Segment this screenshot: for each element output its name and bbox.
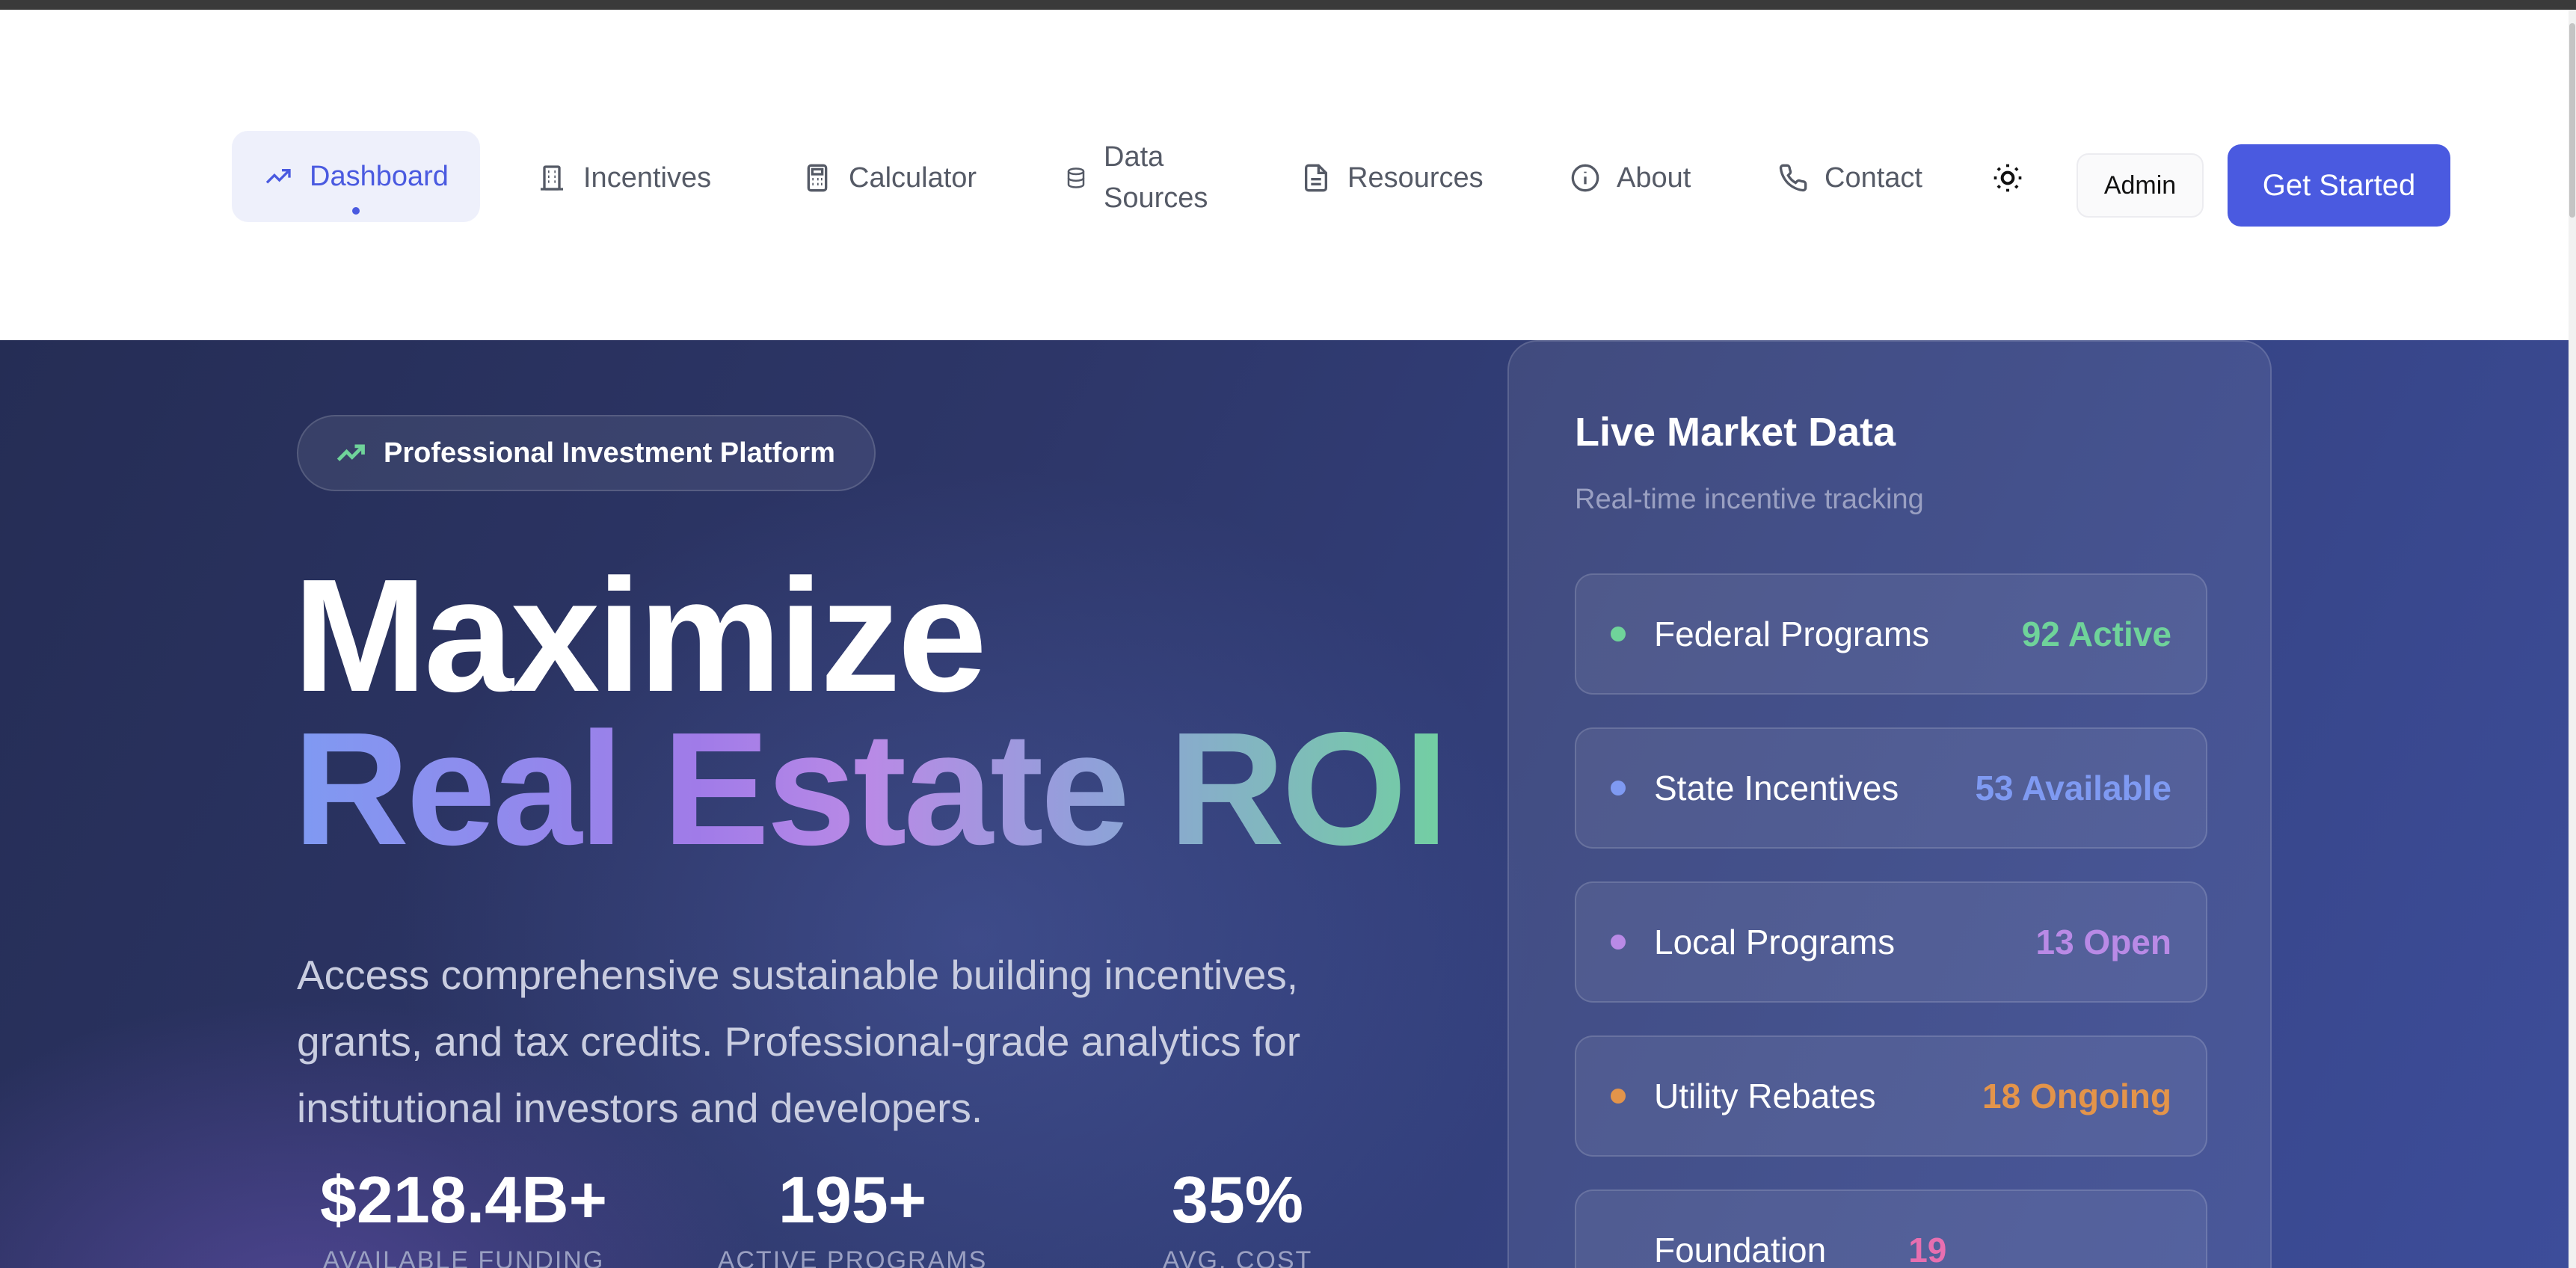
market-row-name: Federal Programs: [1654, 615, 1930, 653]
platform-badge: Professional Investment Platform: [297, 415, 876, 491]
active-indicator-dot: [351, 207, 360, 215]
nav-contact-label: Contact: [1825, 161, 1922, 194]
market-row-name: Utility Rebates: [1654, 1077, 1876, 1115]
market-row-name: Local Programs: [1654, 923, 1896, 961]
stat-available-funding: $218.4B+ AVAILABLE FUNDING: [299, 1163, 628, 1268]
market-card-subtitle: Real-time incentive tracking: [1575, 484, 1924, 515]
nav-data-sources-line1: Data: [1104, 141, 1164, 173]
market-row-value: 53 Available: [1975, 769, 2171, 807]
nav-resources-label: Resources: [1347, 161, 1484, 194]
market-row-local[interactable]: Local Programs 13 Open: [1575, 881, 2207, 1003]
stat-value: 195+: [778, 1163, 927, 1237]
nav-incentives[interactable]: Incentives: [537, 159, 711, 197]
stat-active-programs: 195+ ACTIVE PROGRAMS: [688, 1163, 1017, 1268]
market-row-value: 92 Active: [2021, 615, 2171, 653]
nav-data-sources-line2: Sources: [1104, 182, 1208, 214]
nav-about[interactable]: About: [1570, 159, 1691, 197]
nav-calculator[interactable]: Calculator: [802, 159, 977, 197]
stat-label: AVG. COST: [1162, 1246, 1313, 1268]
nav-data-sources-label: Data Sources: [1104, 137, 1208, 219]
hero-section: Professional Investment Platform Maximiz…: [0, 340, 2569, 1268]
nav-dashboard[interactable]: Dashboard: [232, 131, 480, 222]
stat-avg-cost: 35% AVG. COST: [1073, 1163, 1402, 1268]
sun-icon: [1994, 164, 2022, 192]
hero-headline-line1: Maximize: [293, 545, 987, 725]
status-dot: [1611, 935, 1626, 950]
phone-icon: [1779, 164, 1807, 192]
status-dot: [1611, 781, 1626, 795]
market-row-value: 13 Open: [2035, 923, 2171, 961]
building-icon: [541, 165, 563, 191]
nav-contact[interactable]: Contact: [1778, 159, 1922, 197]
admin-button[interactable]: Admin: [2077, 153, 2204, 218]
nav-calculator-label: Calculator: [849, 161, 977, 194]
hero-description: Access comprehensive sustainable buildin…: [297, 952, 1301, 1131]
database-icon: [1067, 167, 1085, 188]
market-row-value: 19: [1908, 1231, 1947, 1268]
stat-value: $218.4B+: [319, 1163, 608, 1237]
live-market-card: Live Market Data Real-time incentive tra…: [1507, 340, 2272, 1268]
market-row-utility[interactable]: Utility Rebates 18 Ongoing: [1575, 1035, 2207, 1157]
market-row-value: 18 Ongoing: [1982, 1077, 2171, 1115]
nav-resources[interactable]: Resources: [1301, 159, 1484, 197]
nav-about-label: About: [1617, 161, 1691, 194]
status-dot: [1611, 627, 1626, 641]
market-row-name: Foundation: [1654, 1231, 1827, 1268]
top-navigation: Dashboard Incentives Calculator Data Sou…: [0, 10, 2569, 340]
window-top-strip: [0, 0, 2576, 10]
theme-toggle-button[interactable]: [1989, 159, 2026, 197]
market-row-name: State Incentives: [1654, 769, 1899, 807]
info-icon: [1571, 164, 1599, 192]
get-started-button[interactable]: Get Started: [2228, 144, 2450, 227]
market-card-title: Live Market Data: [1575, 410, 1896, 455]
nav-dashboard-label: Dashboard: [310, 160, 449, 192]
platform-badge-label: Professional Investment Platform: [384, 437, 835, 469]
page-scrollbar[interactable]: [2569, 10, 2576, 1268]
stat-value: 35%: [1171, 1163, 1304, 1237]
status-dot: [1611, 1089, 1626, 1104]
market-row-state[interactable]: State Incentives 53 Available: [1575, 727, 2207, 849]
trending-up-icon: [265, 169, 291, 184]
market-row-federal[interactable]: Federal Programs 92 Active: [1575, 573, 2207, 695]
market-row-foundation[interactable]: Foundation 19: [1575, 1189, 2207, 1268]
calculator-icon: [807, 164, 828, 192]
trending-up-icon: [336, 444, 365, 461]
document-icon: [1305, 164, 1327, 192]
nav-data-sources[interactable]: Data Sources: [1065, 137, 1208, 219]
scrollbar-thumb[interactable]: [2569, 23, 2575, 218]
stat-label: ACTIVE PROGRAMS: [717, 1246, 988, 1268]
hero-headline-line2: Real Estate ROI: [293, 698, 1448, 878]
stat-label: AVAILABLE FUNDING: [322, 1246, 605, 1268]
nav-incentives-label: Incentives: [583, 161, 712, 194]
